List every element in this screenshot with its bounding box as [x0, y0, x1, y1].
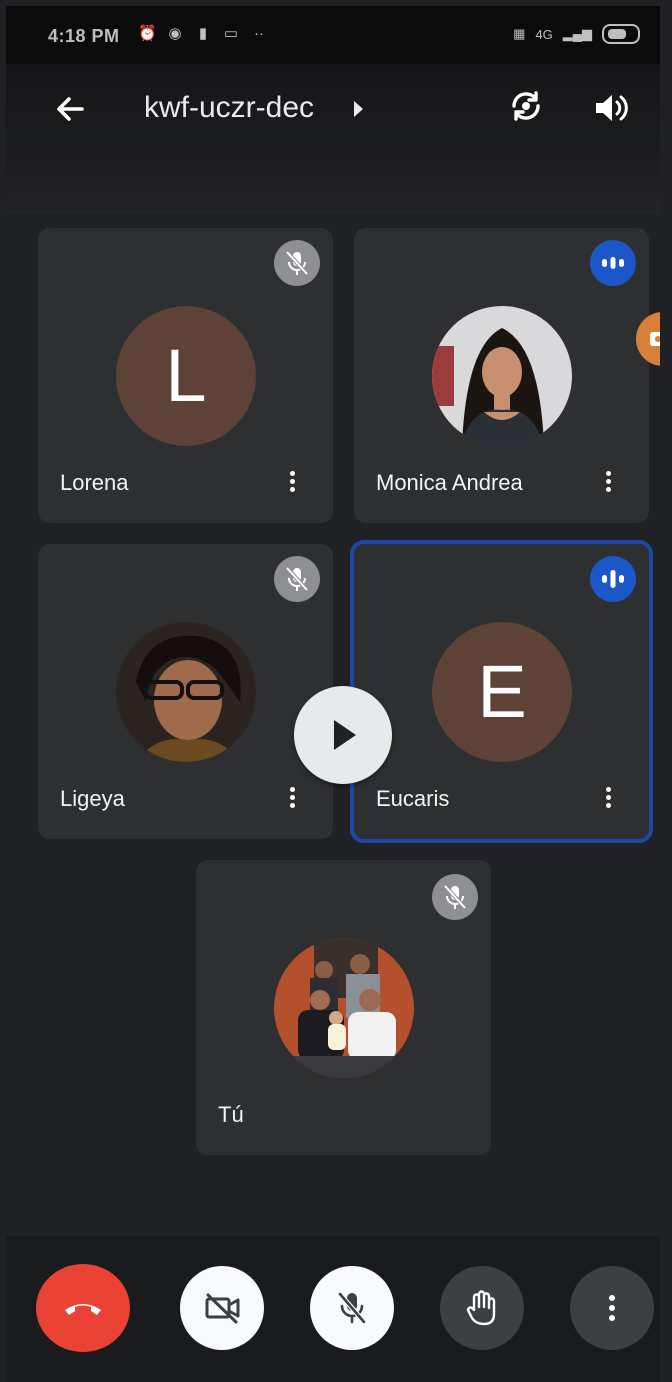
status-bar: 4:18 PM ⏰ ◉ ▮ ▭ ·· ▦ 4G ▂▄▆ [6, 6, 660, 64]
participant-photo [274, 938, 414, 1078]
chrome-icon: ◉ [168, 25, 182, 42]
participant-photo [432, 306, 572, 446]
meeting-title[interactable]: kwf-uczr-dec [144, 91, 314, 125]
camera-toggle-button[interactable] [180, 1266, 264, 1350]
muted-mic-icon [432, 874, 478, 920]
alarm-icon: ⏰ [138, 25, 157, 42]
switch-camera-icon[interactable] [506, 86, 546, 126]
vertical-dots-icon [609, 1295, 615, 1321]
raise-hand-icon [466, 1290, 496, 1326]
microphone-toggle-button[interactable] [310, 1266, 394, 1350]
phone-hangup-icon [65, 1304, 101, 1315]
participant-name: Eucaris [376, 786, 450, 811]
vibrate-icon: ▦ [513, 26, 526, 41]
call-controls [6, 1236, 660, 1382]
status-time: 4:18 PM [48, 26, 120, 46]
meeting-info-arrow-icon[interactable] [354, 101, 363, 117]
video-icon: ▭ [223, 25, 239, 42]
meet-app-icon: ▮ [198, 25, 208, 42]
speaking-indicator-icon [590, 240, 636, 286]
signal-icon: ▂▄▆ [562, 26, 592, 41]
more-notifications-icon: ·· [254, 25, 264, 42]
participant-name: Tú [218, 1102, 244, 1127]
floating-bubble-icon[interactable] [636, 312, 660, 366]
participant-tile-self[interactable]: Tú [196, 860, 491, 1155]
play-icon [334, 720, 356, 750]
participant-tile-monica-andrea[interactable]: Monica Andrea [354, 228, 649, 523]
raise-hand-button[interactable] [440, 1266, 524, 1350]
more-options-icon[interactable] [286, 784, 298, 814]
speaker-icon[interactable] [590, 88, 630, 128]
participant-name: Ligeya [60, 786, 125, 811]
participant-tile-lorena[interactable]: L Lorena [38, 228, 333, 523]
avatar-initial: L [116, 306, 256, 446]
muted-mic-icon [274, 556, 320, 602]
participant-name: Monica Andrea [376, 470, 523, 495]
participant-tile-eucaris[interactable]: E Eucaris [350, 540, 653, 843]
meet-screen: 4:18 PM ⏰ ◉ ▮ ▭ ·· ▦ 4G ▂▄▆ kwf-uczr-dec [6, 6, 660, 1382]
network-label: 4G [535, 26, 553, 42]
battery-icon [602, 24, 640, 44]
more-options-icon[interactable] [602, 468, 614, 498]
speaking-indicator-icon [590, 556, 636, 602]
call-header: kwf-uczr-dec [6, 64, 660, 214]
more-options-icon[interactable] [286, 468, 298, 498]
microphone-off-icon [338, 1292, 366, 1324]
participant-name: Lorena [60, 470, 129, 495]
camera-off-icon [205, 1293, 240, 1324]
play-overlay-button[interactable] [294, 686, 392, 784]
participant-photo [116, 622, 256, 762]
participant-tile-ligeya[interactable]: Ligeya [38, 544, 333, 839]
muted-mic-icon [274, 240, 320, 286]
end-call-button[interactable] [36, 1264, 130, 1352]
more-options-button[interactable] [570, 1266, 654, 1350]
back-arrow-icon[interactable] [50, 89, 90, 129]
avatar-initial: E [432, 622, 572, 762]
more-options-icon[interactable] [602, 784, 614, 814]
